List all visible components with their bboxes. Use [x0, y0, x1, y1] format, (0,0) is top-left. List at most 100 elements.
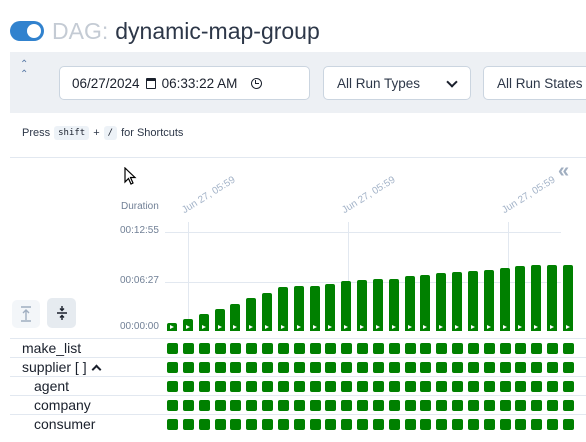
task-instance-cell[interactable]	[230, 419, 242, 430]
task-instance-cell[interactable]	[467, 343, 479, 354]
task-instance-cell[interactable]	[372, 419, 384, 430]
task-instance-cell[interactable]	[230, 400, 242, 411]
duration-bar[interactable]	[515, 266, 526, 331]
task-instance-cell[interactable]	[167, 400, 178, 411]
task-instance-cell[interactable]	[357, 343, 369, 354]
duration-bar[interactable]	[404, 276, 415, 331]
task-instance-cell[interactable]	[563, 419, 574, 430]
task-instance-cell[interactable]	[531, 419, 543, 430]
task-instance-cell[interactable]	[499, 362, 511, 373]
task-instance-cell[interactable]	[341, 381, 353, 392]
task-instance-cell[interactable]	[547, 400, 559, 411]
calendar-icon[interactable]	[145, 77, 156, 89]
task-instance-cell[interactable]	[198, 362, 210, 373]
task-instance-cell[interactable]	[262, 419, 274, 430]
datetime-input[interactable]: 06/27/2024 06:33:22 AM	[59, 66, 310, 100]
duration-bar[interactable]	[452, 272, 463, 331]
task-instance-cell[interactable]	[452, 419, 464, 430]
task-instance-cell[interactable]	[198, 343, 210, 354]
task-instance-cell[interactable]	[309, 381, 321, 392]
task-instance-cell[interactable]	[230, 381, 242, 392]
task-instance-cell[interactable]	[325, 419, 337, 430]
task-instance-cell[interactable]	[230, 343, 242, 354]
task-instance-cell[interactable]	[404, 419, 416, 430]
task-instance-cell[interactable]	[388, 362, 400, 373]
task-instance-cell[interactable]	[262, 381, 274, 392]
task-row[interactable]: supplier [ ]	[10, 357, 586, 376]
task-instance-cell[interactable]	[404, 362, 416, 373]
task-instance-cell[interactable]	[452, 400, 464, 411]
task-instance-cell[interactable]	[388, 419, 400, 430]
task-instance-cell[interactable]	[214, 362, 226, 373]
task-instance-cell[interactable]	[563, 400, 574, 411]
duration-bar[interactable]	[531, 265, 542, 331]
task-instance-cell[interactable]	[293, 343, 305, 354]
task-instance-cell[interactable]	[372, 381, 384, 392]
task-instance-cell[interactable]	[404, 400, 416, 411]
task-row[interactable]: make_list	[10, 338, 586, 357]
task-instance-cell[interactable]	[563, 343, 574, 354]
task-instance-cell[interactable]	[277, 343, 289, 354]
task-instance-cell[interactable]	[167, 381, 178, 392]
task-instance-cell[interactable]	[309, 343, 321, 354]
task-label[interactable]: company	[34, 397, 91, 413]
task-instance-cell[interactable]	[467, 381, 479, 392]
task-instance-cell[interactable]	[452, 381, 464, 392]
task-instance-cell[interactable]	[246, 381, 258, 392]
task-instance-cell[interactable]	[182, 400, 194, 411]
task-instance-cell[interactable]	[277, 362, 289, 373]
task-instance-cell[interactable]	[467, 419, 479, 430]
task-instance-cell[interactable]	[483, 419, 495, 430]
duration-bar[interactable]	[388, 278, 399, 331]
task-instance-cell[interactable]	[499, 419, 511, 430]
task-instance-cell[interactable]	[436, 400, 448, 411]
task-instance-cell[interactable]	[499, 400, 511, 411]
run-states-select[interactable]: All Run States	[483, 66, 586, 100]
task-instance-cell[interactable]	[167, 343, 178, 354]
duration-bar[interactable]	[262, 292, 273, 331]
task-instance-cell[interactable]	[515, 419, 527, 430]
task-label[interactable]: supplier [ ]	[22, 359, 102, 375]
task-instance-cell[interactable]	[420, 381, 432, 392]
task-instance-cell[interactable]	[531, 362, 543, 373]
task-instance-cell[interactable]	[214, 419, 226, 430]
duration-bar[interactable]	[182, 318, 193, 331]
task-instance-cell[interactable]	[483, 400, 495, 411]
task-instance-cell[interactable]	[214, 343, 226, 354]
duration-bar[interactable]	[167, 323, 177, 331]
task-instance-cell[interactable]	[420, 419, 432, 430]
task-instance-cell[interactable]	[547, 362, 559, 373]
duration-bar[interactable]	[230, 303, 241, 331]
task-instance-cell[interactable]	[341, 400, 353, 411]
task-instance-cell[interactable]	[293, 381, 305, 392]
duration-bar[interactable]	[563, 265, 573, 331]
duration-bar[interactable]	[499, 268, 510, 331]
duration-bar[interactable]	[420, 274, 431, 331]
task-instance-cell[interactable]	[357, 419, 369, 430]
task-instance-cell[interactable]	[262, 400, 274, 411]
task-instance-cell[interactable]	[246, 400, 258, 411]
task-instance-cell[interactable]	[293, 419, 305, 430]
task-instance-cell[interactable]	[262, 343, 274, 354]
task-instance-cell[interactable]	[420, 362, 432, 373]
task-instance-cell[interactable]	[182, 362, 194, 373]
task-label[interactable]: make_list	[22, 340, 81, 356]
collapse-up-icon[interactable]: ⌃ ⌃	[20, 60, 28, 80]
task-row[interactable]: consumer	[10, 414, 586, 433]
task-instance-cell[interactable]	[182, 419, 194, 430]
duration-bar[interactable]	[467, 270, 478, 331]
task-instance-cell[interactable]	[309, 419, 321, 430]
task-instance-cell[interactable]	[531, 381, 543, 392]
task-label[interactable]: agent	[34, 378, 69, 394]
task-instance-cell[interactable]	[214, 381, 226, 392]
task-instance-cell[interactable]	[515, 362, 527, 373]
task-instance-cell[interactable]	[420, 400, 432, 411]
dag-pause-toggle[interactable]	[10, 21, 44, 41]
task-instance-cell[interactable]	[341, 419, 353, 430]
task-instance-cell[interactable]	[182, 381, 194, 392]
task-row[interactable]: company	[10, 395, 586, 414]
collapse-all-button[interactable]	[47, 298, 76, 328]
task-instance-cell[interactable]	[325, 400, 337, 411]
duration-bar[interactable]	[483, 269, 494, 331]
task-instance-cell[interactable]	[467, 362, 479, 373]
